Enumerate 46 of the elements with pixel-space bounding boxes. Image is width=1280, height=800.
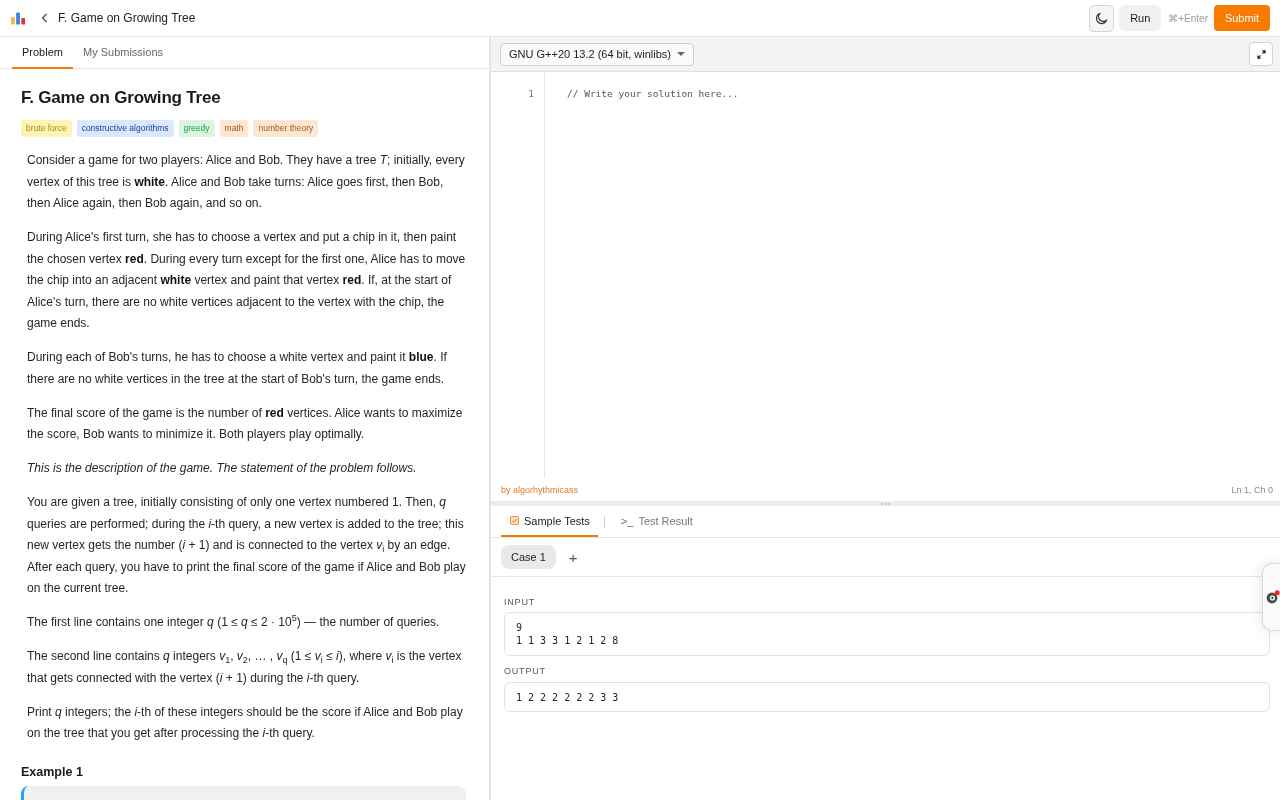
- line-number: 1: [528, 87, 534, 101]
- back-chevron-icon[interactable]: [41, 13, 48, 23]
- shortcut-hint: ⌘+Enter: [1168, 12, 1208, 24]
- input-box[interactable]: 9 1 1 3 3 1 2 1 2 8: [504, 612, 1270, 656]
- output-box[interactable]: 1 2 2 2 2 2 2 3 3: [504, 682, 1270, 712]
- checkbox-tick-icon: [510, 516, 519, 525]
- statement-paragraph: During Alice's first turn, she has to choose a vertex and put a chip in it, then paint the chosen vertex red. During every turn except for the first one, Alice has to move the chip into an adjacent white vertex and paint that vertex red. If, at the start of Alice's turn, there are no white vertices adjacent to the vertex with the chip, the game ends.: [27, 229, 466, 332]
- terminal-prompt-icon: >_: [620, 514, 634, 527]
- case-tab[interactable]: Case 1: [501, 545, 556, 569]
- grip-dots-icon: [881, 502, 890, 505]
- topic-tag[interactable]: constructive algorithms: [76, 120, 174, 137]
- problem-title: F. Game on Growing Tree: [21, 87, 222, 109]
- statement-paragraph: You are given a tree, initially consisting of only one vertex numbered 1. Then, q queries are performed; during the i-th query, a new vertex is added to the tree; this new vertex gets the number (i + 1) and is connected to the vertex v$_{i}$ by an edge. After each query, you have to print the final score of the game if Alice and Bob play on the current tree.: [27, 494, 466, 597]
- language-dropdown[interactable]: GNU G++20 13.2 (64 bit, winlibs): [500, 42, 695, 66]
- theme-toggle-button[interactable]: [1089, 4, 1115, 32]
- code-editor[interactable]: 1 // Write your solution here...: [491, 72, 1280, 478]
- fullscreen-button[interactable]: [1249, 42, 1273, 66]
- test-tab[interactable]: >_ Test Result: [611, 506, 701, 537]
- run-button[interactable]: Run: [1119, 5, 1162, 31]
- statement-paragraph: The first line contains one integer q (1 ≤ q ≤ 2 · 10$^{5}$) — the number of queries.: [27, 612, 441, 631]
- author-credit: by algorhythmicass: [501, 484, 579, 495]
- side-widget-button[interactable]: [1262, 563, 1280, 631]
- cursor-position: Ln 1, Ch 0: [1231, 484, 1273, 495]
- test-tab[interactable]: Sample Tests: [501, 506, 598, 537]
- statement-paragraph: Consider a game for two players: Alice and Bob. They have a tree T; initially, every vertex of this tree is white. Alice and Bob take turns: Alice goes first, then Bob, then Alice again, then Bob again, and so on.: [27, 152, 466, 212]
- add-case-button[interactable]: +: [564, 549, 582, 565]
- example-heading: Example 1: [21, 764, 84, 781]
- statement-paragraph: Print q integers; the i-th of these integers should be the score if Alice and Bob play on the tree that you get after processing the i-th query.: [27, 703, 464, 742]
- statement-paragraph: The second line contains q integers v$_{1}$, v$_{2}$, … , v$_{q}$ (1 ≤ v$_{i}$ ≤ i), where v$_{i}$ is the vertex that gets connected with the vertex (i + 1) during the i-th query.: [27, 648, 463, 687]
- problem-tab[interactable]: My Submissions: [72, 37, 174, 69]
- expand-arrows-icon: [1256, 49, 1266, 59]
- topic-tag[interactable]: math: [219, 120, 249, 137]
- statement-note: This is the description of the game. The statement of the problem follows.: [27, 460, 418, 477]
- topic-tag[interactable]: number theory: [253, 120, 319, 137]
- statement-paragraph: During each of Bob's turns, he has to choose a white vertex and paint it blue. If there are no white vertices in the tree at the start of Bob's turn, the game ends.: [27, 349, 448, 388]
- statement-paragraph: The final score of the game is the number of red vertices. Alice wants to maximize the score, Bob wants to minimize it. Both players play optimally.: [27, 404, 464, 443]
- moon-icon: [1095, 11, 1109, 25]
- resize-handle[interactable]: [491, 501, 1280, 506]
- code-line: // Write your solution here...: [567, 87, 739, 101]
- problem-tab[interactable]: Problem: [12, 37, 73, 69]
- page-title: F. Game on Growing Tree: [58, 11, 196, 25]
- input-label: INPUT: [504, 596, 535, 608]
- bar-chart-logo-icon[interactable]: [11, 11, 26, 25]
- lens-icon: [1266, 590, 1280, 604]
- output-label: OUTPUT: [504, 665, 546, 677]
- caret-down-icon: [677, 52, 686, 56]
